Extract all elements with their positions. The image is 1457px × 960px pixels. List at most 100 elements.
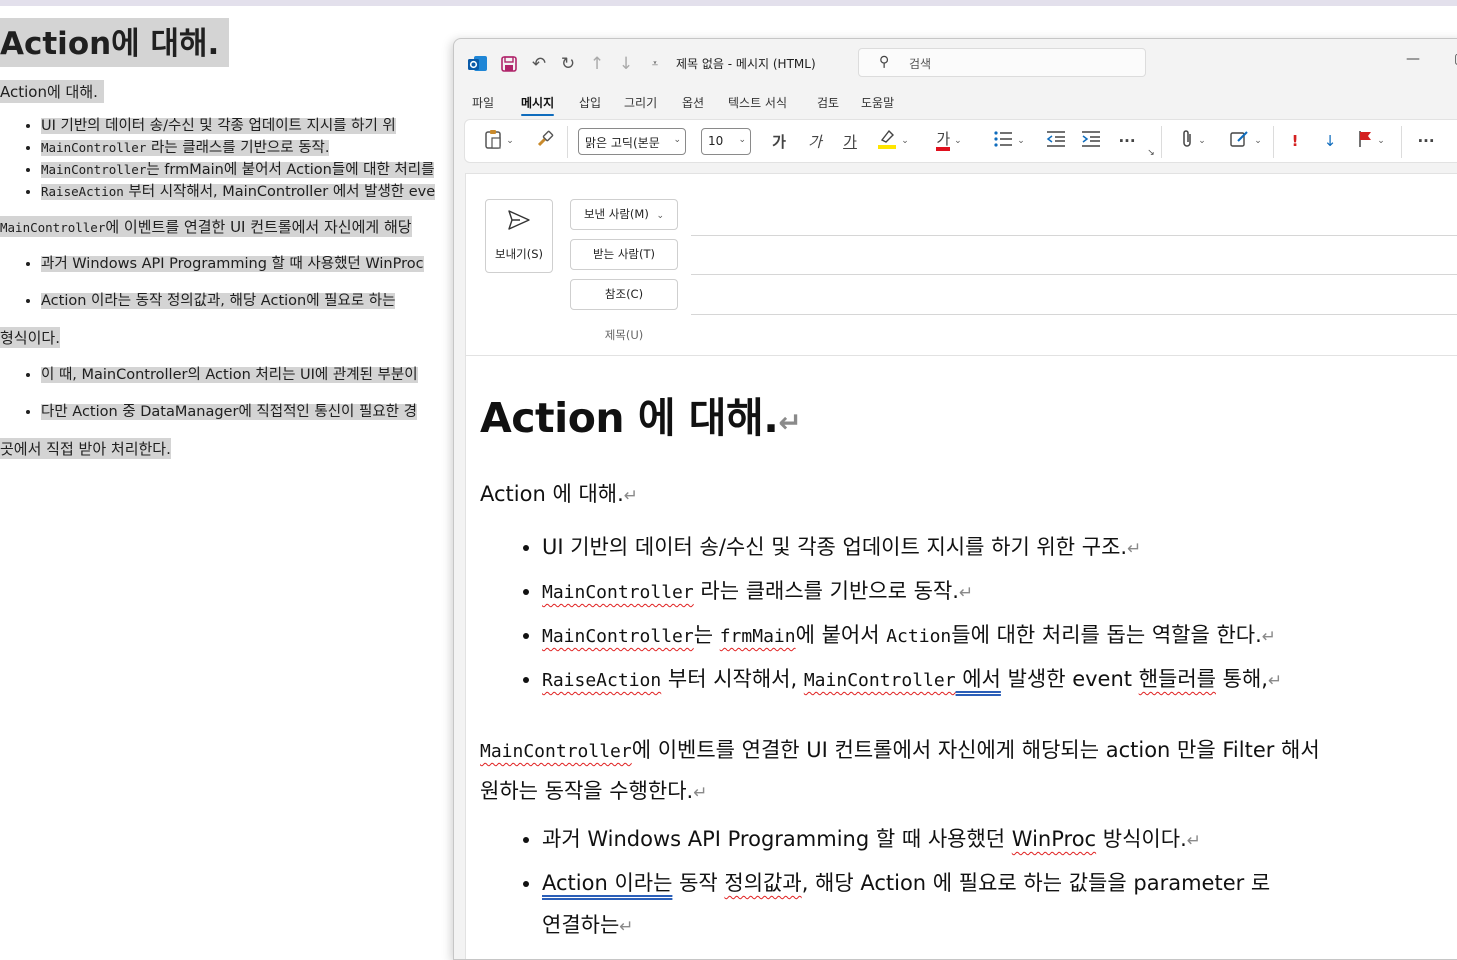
doc-subtitle: Action에 대해.	[0, 80, 104, 103]
list-item: RaiseAction 부터 시작해서, MainController 에서 발…	[41, 181, 436, 203]
undo-icon[interactable]: ↶	[528, 53, 550, 75]
dialog-launcher-icon[interactable]: ↘	[1145, 148, 1157, 158]
search-icon: ⚲	[879, 54, 890, 70]
highlight-button[interactable]: ⌄	[873, 128, 913, 154]
search-box[interactable]: ⚲ 검색	[858, 48, 1146, 77]
list-item: UI 기반의 데이터 송/수신 및 각종 업데이트 지시를 하기 위	[41, 116, 435, 137]
list-item: MainController는 frmMain에 붙어서 Action들에 대한…	[41, 159, 435, 181]
list-item: 다만 Action 중 DataManager에 직접적인 통신이 필요한 경	[41, 402, 418, 423]
chevron-down-icon: ⌄	[1377, 136, 1385, 146]
arrow-up-icon[interactable]: ↑	[586, 53, 608, 75]
doc-title: Action에 대해.	[0, 18, 230, 67]
to-button[interactable]: 받는 사람(T)	[570, 239, 678, 270]
list-item: MainController 라는 클래스를 기반으로 동작.↵	[542, 570, 1282, 614]
arrow-down-icon[interactable]: ↓	[615, 53, 637, 75]
list-item: MainController는 frmMain에 붙어서 Action들에 대한…	[542, 614, 1282, 658]
more-formatting-button[interactable]: ···	[1114, 130, 1140, 152]
outlook-logo-icon	[467, 53, 489, 75]
tab-help[interactable]: 도움말	[861, 94, 894, 111]
high-importance-icon[interactable]: !	[1283, 130, 1307, 152]
doc-paragraph: 곳에서 직접 받아 처리한다.	[0, 438, 171, 459]
cc-button[interactable]: 참조(C)	[570, 279, 678, 310]
increase-indent-button[interactable]	[1078, 130, 1104, 152]
chevron-down-icon: ⌄	[1017, 136, 1025, 146]
ribbon-tabs: 파일 메시지 삽입 그리기 옵션 텍스트 서식 검토 도움말	[454, 87, 1457, 116]
doc-bullet-list-3: 이 때, MainController의 Action 처리는 UI에 관계된 …	[0, 365, 418, 439]
tab-format-text[interactable]: 텍스트 서식	[728, 94, 787, 111]
tab-options[interactable]: 옵션	[682, 94, 704, 111]
chevron-down-icon: ⌄	[673, 135, 681, 145]
decrease-indent-button[interactable]	[1043, 130, 1069, 152]
tab-file[interactable]: 파일	[472, 94, 494, 111]
list-item: 과거 Windows API Programming 할 때 사용했던 WinP…	[41, 254, 424, 275]
bullets-button[interactable]: ⌄	[987, 130, 1031, 152]
send-icon	[508, 210, 530, 236]
paste-button[interactable]: ⌄	[479, 130, 519, 152]
follow-up-flag-button[interactable]: ⌄	[1351, 130, 1391, 152]
bold-button[interactable]: 가	[767, 130, 791, 152]
title-bar: ↶ ↻ ↑ ↓ ⩡ 제목 없음 - 메시지 (HTML) ⚲ 검색 — ▢	[454, 39, 1457, 87]
list-item: Action 이라는 동작 정의값과, 해당 Action 에 필요로 하는 값…	[542, 862, 1270, 948]
chevron-down-icon: ⌄	[901, 136, 909, 146]
background-document: Action에 대해. Action에 대해. UI 기반의 데이터 송/수신 …	[0, 6, 460, 954]
body-paragraph-line2: 원하는 동작을 수행한다.↵	[480, 779, 708, 803]
to-field[interactable]	[691, 274, 1457, 275]
italic-button[interactable]: 가	[803, 130, 827, 152]
body-paragraph: MainController에 이벤트를 연결한 UI 컨트롤에서 자신에게 해…	[480, 738, 1320, 762]
signature-button[interactable]: ⌄	[1225, 130, 1267, 152]
list-item: 이 때, MainController의 Action 처리는 UI에 관계된 …	[41, 365, 418, 386]
customize-toolbar-icon[interactable]: ⩡	[644, 53, 666, 75]
cc-field[interactable]	[691, 314, 1457, 315]
chevron-down-icon: ⌄	[656, 211, 665, 221]
underline-button[interactable]: 가	[838, 130, 862, 152]
list-item: RaiseAction 부터 시작해서, MainController 에서 발…	[542, 658, 1282, 702]
body-bullet-list-1: UI 기반의 데이터 송/수신 및 각종 업데이트 지시를 하기 위한 구조.↵…	[480, 526, 1282, 702]
tab-draw[interactable]: 그리기	[624, 94, 657, 111]
list-item: MainController 라는 클래스를 기반으로 동작.	[41, 137, 435, 159]
body-bullet-list-2: 과거 Windows API Programming 할 때 사용했던 WinP…	[480, 818, 1270, 948]
flag-icon	[1357, 130, 1373, 152]
from-button[interactable]: 보낸 사람(M) ⌄	[570, 199, 678, 230]
chevron-down-icon: ⌄	[1198, 136, 1206, 146]
minimize-icon[interactable]: —	[1406, 51, 1420, 67]
bullet-list-icon	[993, 130, 1013, 152]
doc-bullet-list-2: 과거 Windows API Programming 할 때 사용했던 WinP…	[0, 254, 424, 328]
chevron-down-icon: ⌄	[738, 135, 746, 145]
body-subheading: Action 에 대해.↵	[480, 482, 639, 506]
ribbon-overflow-button[interactable]: ···	[1411, 130, 1441, 152]
paperclip-icon	[1180, 129, 1194, 153]
list-item: 과거 Windows API Programming 할 때 사용했던 WinP…	[542, 818, 1270, 862]
doc-paragraph: MainController에 이벤트를 연결한 UI 컨트롤에서 자신에게 해…	[0, 216, 412, 237]
attach-file-button[interactable]: ⌄	[1173, 130, 1213, 152]
outlook-compose-window: ↶ ↻ ↑ ↓ ⩡ 제목 없음 - 메시지 (HTML) ⚲ 검색 — ▢ 파일…	[453, 38, 1457, 960]
doc-bullet-list-1: UI 기반의 데이터 송/수신 및 각종 업데이트 지시를 하기 위 MainC…	[0, 116, 436, 203]
font-name-select[interactable]: 맑은 고딕(본문 ⌄	[578, 128, 686, 155]
indent-icon	[1081, 130, 1101, 152]
chevron-down-icon: ⌄	[506, 136, 514, 146]
low-importance-icon[interactable]: ↓	[1318, 130, 1342, 152]
tab-review[interactable]: 검토	[817, 94, 839, 111]
window-title: 제목 없음 - 메시지 (HTML)	[676, 57, 816, 71]
format-painter-button[interactable]	[533, 130, 557, 152]
subject-field[interactable]	[466, 355, 1457, 356]
redo-icon[interactable]: ↻	[557, 53, 579, 75]
paintbrush-icon	[536, 130, 554, 152]
doc-paragraph: 형식이다.	[0, 327, 60, 348]
save-icon[interactable]	[498, 53, 520, 75]
clipboard-icon	[484, 129, 502, 153]
font-color-button[interactable]: 가 ⌄	[927, 130, 971, 152]
compose-pane: 보내기(S) 보낸 사람(M) ⌄ 받는 사람(T) 참조(C) 제목(U) A…	[465, 173, 1457, 959]
highlighter-icon	[877, 128, 897, 154]
subject-label: 제목(U)	[604, 328, 644, 342]
list-item: UI 기반의 데이터 송/수신 및 각종 업데이트 지시를 하기 위한 구조.↵	[542, 526, 1282, 570]
from-field-line	[691, 235, 1457, 236]
send-button[interactable]: 보내기(S)	[485, 199, 553, 273]
search-placeholder: 검색	[909, 57, 932, 71]
outdent-icon	[1046, 130, 1066, 152]
tab-message[interactable]: 메시지	[521, 94, 555, 116]
chevron-down-icon: ⌄	[1254, 136, 1262, 146]
tab-insert[interactable]: 삽입	[579, 94, 601, 111]
ribbon-toolbar: ⌄ 맑은 고딕(본문 ⌄ 10 ⌄ 가 가 가 ⌄ 가 ⌄ ⌄ ··· ↘ ⌄ …	[464, 119, 1457, 163]
chevron-down-icon: ⌄	[954, 136, 962, 146]
font-size-select[interactable]: 10 ⌄	[701, 128, 751, 155]
